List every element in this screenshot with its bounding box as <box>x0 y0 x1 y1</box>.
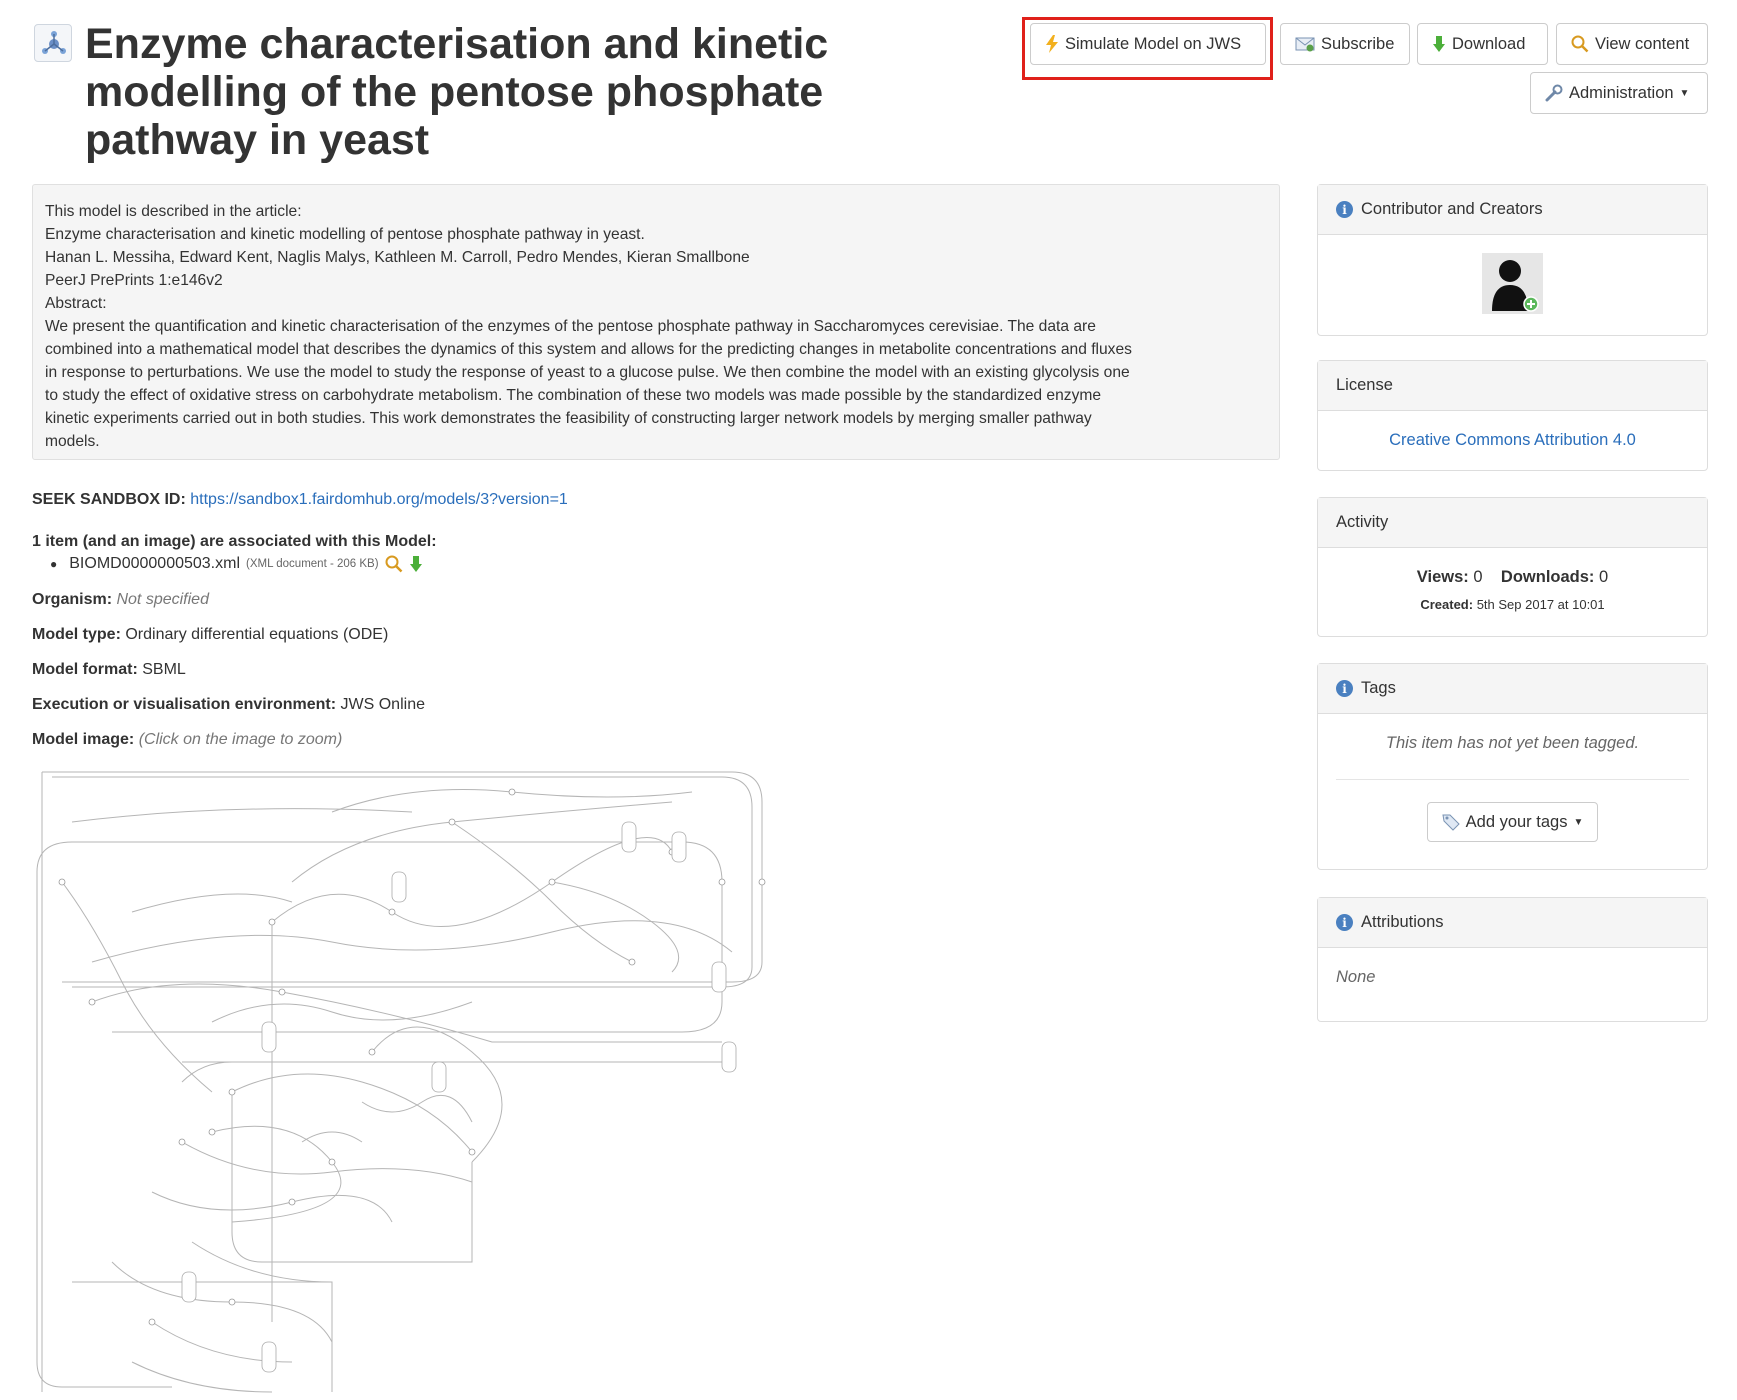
tags-panel: i Tags This item has not yet been tagged… <box>1317 663 1708 870</box>
created-date: Created: 5th Sep 2017 at 10:01 <box>1420 597 1605 612</box>
caret-down-icon: ▼ <box>1679 87 1690 99</box>
view-file-icon[interactable] <box>385 555 403 573</box>
description-line: PeerJ PrePrints 1:e146v2 <box>45 272 223 289</box>
description-line: in response to perturbations. We use the… <box>45 364 1130 381</box>
downloads-count: 0 <box>1599 568 1609 586</box>
contributors-panel: i Contributor and Creators <box>1317 184 1708 336</box>
license-panel-header: License <box>1318 361 1707 411</box>
associated-file-item: ● BIOMD0000000503.xml (XML document - 20… <box>50 555 423 573</box>
description-line: Abstract: <box>45 295 107 312</box>
description-line: We present the quantification and kineti… <box>45 318 1096 335</box>
wrench-icon <box>1545 84 1563 102</box>
description-line: Enzyme characterisation and kinetic mode… <box>45 226 645 243</box>
info-icon: i <box>1336 914 1353 931</box>
seek-id-row: SEEK SANDBOX ID: https://sandbox1.fairdo… <box>32 491 568 508</box>
attributions-panel-header: i Attributions <box>1318 898 1707 948</box>
info-icon: i <box>1336 680 1353 697</box>
lightning-icon <box>1046 35 1058 53</box>
view-content-button[interactable]: View content <box>1556 23 1708 65</box>
download-arrow-icon <box>1433 36 1445 52</box>
license-panel: License Creative Commons Attribution 4.0 <box>1317 360 1708 471</box>
associated-heading: 1 item (and an image) are associated wit… <box>32 533 437 550</box>
description-box: This model is described in the article: … <box>32 184 1280 460</box>
activity-panel-header: Activity <box>1318 498 1707 548</box>
person-icon <box>1492 260 1539 312</box>
model-image[interactable] <box>32 762 772 1400</box>
description-line: combined into a mathematical model that … <box>45 341 1132 358</box>
activity-counts: Views: 0 Downloads: 0 <box>1416 568 1609 586</box>
download-button[interactable]: Download <box>1417 23 1548 65</box>
attributions-value: None <box>1336 968 1376 986</box>
attributions-panel: i Attributions None <box>1317 897 1708 1022</box>
magnifier-icon <box>1571 35 1589 53</box>
views-count: 0 <box>1473 568 1483 586</box>
description-line: This model is described in the article: <box>45 203 302 220</box>
model-type-row: Model type: Ordinary differential equati… <box>32 626 389 643</box>
contributors-panel-header: i Contributor and Creators <box>1318 185 1707 235</box>
exec-env-row: Execution or visualisation environment: … <box>32 696 425 713</box>
description-line: Hanan L. Messiha, Edward Kent, Naglis Ma… <box>45 249 750 266</box>
seek-id-link[interactable]: https://sandbox1.fairdomhub.org/models/3… <box>190 491 568 508</box>
subscribe-button[interactable]: Subscribe <box>1280 23 1410 65</box>
organism-row: Organism: Not specified <box>32 591 209 608</box>
info-icon: i <box>1336 201 1353 218</box>
page-title: Enzyme characterisation and kinetic mode… <box>85 20 829 164</box>
model-image-row: Model image: (Click on the image to zoom… <box>32 731 343 748</box>
caret-down-icon: ▼ <box>1573 816 1584 828</box>
file-name: BIOMD0000000503.xml <box>69 555 241 572</box>
tags-empty-text: This item has not yet been tagged. <box>1385 734 1640 752</box>
contributor-avatar[interactable] <box>1482 253 1543 314</box>
administration-dropdown[interactable]: Administration ▼ <box>1530 72 1708 114</box>
description-line: models. <box>45 433 100 450</box>
envelope-icon <box>1295 37 1315 52</box>
page-header: Enzyme characterisation and kinetic mode… <box>32 20 1022 164</box>
tags-panel-header: i Tags <box>1318 664 1707 714</box>
license-link[interactable]: Creative Commons Attribution 4.0 <box>1389 431 1636 449</box>
description-line: to study the effect of oxidative stress … <box>45 387 1102 404</box>
tag-icon <box>1442 814 1460 831</box>
model-icon <box>34 24 72 62</box>
model-format-row: Model format: SBML <box>32 661 186 678</box>
add-tags-button[interactable]: Add your tags ▼ <box>1426 802 1599 842</box>
file-meta: (XML document - 206 KB) <box>246 558 379 570</box>
simulate-model-button[interactable]: Simulate Model on JWS <box>1030 23 1266 65</box>
bullet: ● <box>50 557 58 571</box>
description-line: kinetic experiments carried out in both … <box>45 410 1092 427</box>
download-file-icon[interactable] <box>409 555 423 573</box>
activity-panel: Activity Views: 0 Downloads: 0 Created: … <box>1317 497 1708 637</box>
